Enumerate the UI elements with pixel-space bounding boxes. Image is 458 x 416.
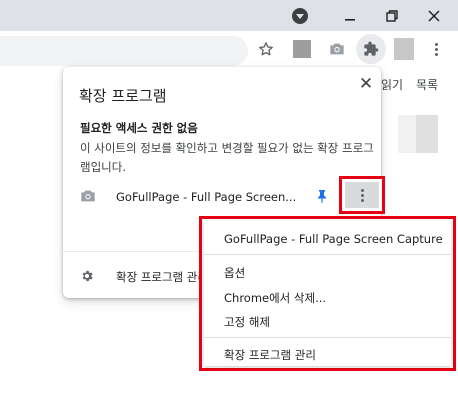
- browser-menu-button[interactable]: [422, 35, 450, 63]
- camera-icon: [330, 43, 344, 55]
- profile-menu-button[interactable]: [280, 0, 320, 31]
- profile-avatar-button[interactable]: [390, 35, 418, 63]
- menu-item-options[interactable]: 옵션: [224, 265, 245, 281]
- address-bar[interactable]: [0, 36, 248, 66]
- bookmark-star-button[interactable]: [252, 35, 280, 63]
- title-bar: [0, 0, 458, 31]
- avatar: [394, 38, 414, 60]
- vertical-dots-icon: [434, 42, 438, 56]
- menu-item-manage-extensions[interactable]: 확장 프로그램 관리: [224, 347, 316, 363]
- popup-title: 확장 프로그램: [79, 87, 167, 105]
- section-title: 필요한 액세스 권한 없음: [80, 121, 198, 135]
- menu-separator: [204, 254, 451, 255]
- extension-name: GoFullPage - Full Page Screen...: [116, 190, 297, 204]
- restore-icon: [386, 9, 398, 22]
- extension-row[interactable]: GoFullPage - Full Page Screen...: [80, 186, 370, 208]
- menu-item-unpin[interactable]: 고정 해제: [224, 314, 270, 330]
- menu-item-extension-name[interactable]: GoFullPage - Full Page Screen Capture: [224, 232, 443, 246]
- extension-icon: [293, 40, 311, 58]
- puzzle-icon: [364, 41, 379, 56]
- bookmark-list[interactable]: 목록: [416, 76, 438, 93]
- bookmark-reading-list[interactable]: 읽기: [381, 76, 403, 93]
- manage-extensions-row[interactable]: 확장 프로그램 관리: [80, 266, 200, 286]
- camera-icon: [81, 190, 95, 202]
- menu-separator: [204, 337, 451, 338]
- pin-icon[interactable]: [317, 189, 327, 203]
- gear-icon: [82, 270, 93, 282]
- gofullpage-toolbar-button[interactable]: [323, 35, 351, 63]
- restore-button[interactable]: [372, 0, 412, 31]
- popup-close-button[interactable]: ✕: [355, 73, 377, 95]
- vertical-dots-icon: [360, 188, 364, 202]
- browser-toolbar: [0, 31, 458, 71]
- extension-button[interactable]: [288, 35, 316, 63]
- extensions-menu-button[interactable]: [356, 34, 386, 64]
- window-close-button[interactable]: [414, 0, 454, 31]
- extension-context-menu: GoFullPage - Full Page Screen Capture 옵션…: [199, 216, 456, 371]
- profile-menu-icon: [292, 7, 308, 24]
- page-content-thumbnail: [398, 115, 438, 153]
- close-icon: [428, 9, 440, 22]
- manage-extensions-label: 확장 프로그램 관리: [116, 270, 200, 284]
- star-icon: [259, 42, 273, 56]
- menu-item-remove-from-chrome[interactable]: Chrome에서 삭제...: [224, 290, 326, 306]
- section-description: 이 사이트의 정보를 확인하고 변경할 필요가 없는 확장 프로그램입니다.: [80, 141, 374, 174]
- minimize-button[interactable]: [330, 0, 370, 31]
- minimize-icon: [345, 18, 355, 21]
- extension-more-button[interactable]: [339, 176, 385, 214]
- more-button-face[interactable]: [345, 182, 379, 208]
- context-menu-panel: GoFullPage - Full Page Screen Capture 옵션…: [204, 221, 451, 366]
